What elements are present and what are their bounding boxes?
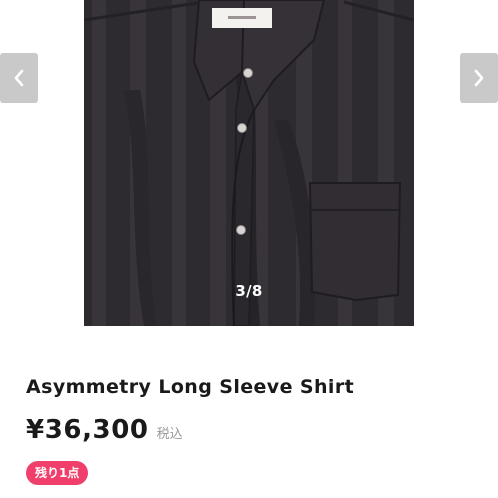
- image-gallery[interactable]: 3/8: [0, 0, 498, 326]
- tax-label: 税込: [156, 427, 183, 442]
- chevron-left-icon: [14, 69, 24, 87]
- price-row: ¥36,300 税込: [26, 415, 183, 445]
- prev-image-button[interactable]: [0, 53, 38, 103]
- next-image-button[interactable]: [460, 53, 498, 103]
- image-counter: 3/8: [235, 282, 263, 300]
- chevron-right-icon: [474, 69, 484, 87]
- product-price: ¥36,300: [26, 415, 149, 445]
- product-title: Asymmetry Long Sleeve Shirt: [26, 376, 355, 398]
- product-page: 3/8 Asymmetry Long Sleeve Shirt ¥36,300 …: [0, 0, 498, 498]
- stock-badge: 残り1点: [26, 461, 89, 485]
